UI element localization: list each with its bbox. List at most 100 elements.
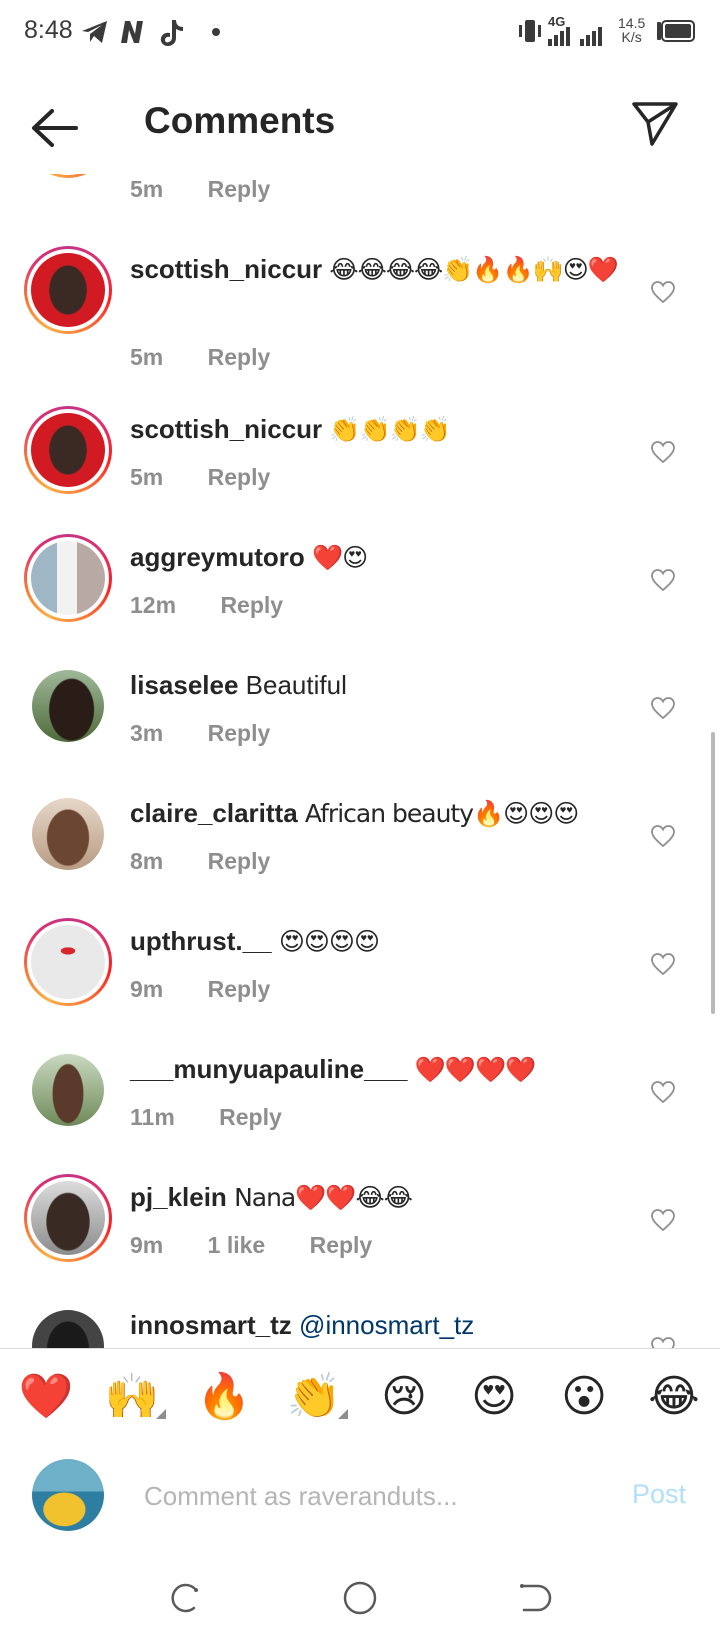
comment-text: Beautiful — [245, 670, 347, 700]
quick-emoji-bar: ❤️ 🙌 🔥 👏 😢 😍 😮 😂 — [0, 1348, 720, 1446]
emoji-crying-button[interactable]: 😢 — [374, 1367, 434, 1427]
comment-mention[interactable]: @innosmart_tz — [299, 1310, 474, 1340]
comment-username[interactable]: lisaselee — [130, 670, 238, 700]
emoji-clap-button[interactable]: 👏 — [284, 1367, 348, 1427]
like-heart-icon[interactable] — [650, 280, 676, 304]
back-nav-icon[interactable] — [514, 1578, 554, 1618]
reply-button[interactable]: Reply — [208, 464, 271, 490]
comment-item: lisaselee Beautiful 3m Reply — [0, 662, 720, 762]
signal-icon — [548, 27, 602, 46]
reply-button[interactable]: Reply — [208, 848, 271, 874]
like-heart-icon[interactable] — [650, 1208, 676, 1232]
reply-button[interactable]: Reply — [310, 1232, 373, 1258]
comment-item: scottish_niccur 👏👏👏👏 5m Reply — [0, 406, 720, 506]
comment-text: Nana❤️❤️😂😂 — [234, 1183, 413, 1212]
comment-time: 5m — [130, 344, 164, 370]
comment-username[interactable]: ___munyuapauline___ — [130, 1054, 407, 1084]
status-bar: 8:48 4G 14.5 K/s — [0, 0, 720, 66]
comment-text: African beauty🔥😍😍😍 — [304, 799, 579, 828]
skin-tone-indicator — [338, 1409, 348, 1419]
like-heart-icon[interactable] — [650, 568, 676, 592]
comment-username[interactable]: aggreymutoro — [130, 542, 305, 572]
emoji-fire-button[interactable]: 🔥 — [194, 1367, 254, 1427]
emoji-surprised-button[interactable]: 😮 — [554, 1367, 614, 1427]
avatar[interactable] — [24, 406, 112, 494]
comment-time: 9m — [130, 976, 164, 1002]
comment-item: scottish_niccur 😂😂😂😂👏🔥🔥🙌😍❤️ 5m Reply — [0, 246, 720, 370]
comment-username[interactable]: pj_klein — [130, 1182, 227, 1212]
like-heart-icon[interactable] — [650, 1336, 676, 1348]
avatar[interactable] — [24, 662, 112, 750]
reply-button[interactable]: Reply — [208, 344, 271, 370]
page-title: Comments — [144, 100, 336, 141]
scrollbar[interactable] — [711, 732, 715, 1014]
like-heart-icon[interactable] — [650, 440, 676, 464]
tiktok-icon — [160, 20, 183, 46]
battery-icon — [657, 20, 695, 42]
reply-button[interactable]: Reply — [220, 592, 283, 618]
comment-text: ❤️❤️❤️❤️ — [414, 1055, 537, 1084]
n-app-icon — [121, 21, 143, 43]
current-user-avatar — [32, 1459, 104, 1531]
comment-composer: Post — [0, 1445, 720, 1555]
vibrate-icon — [519, 20, 541, 42]
avatar[interactable] — [24, 790, 112, 878]
comment-username[interactable]: scottish_niccur — [130, 414, 322, 444]
comment-item: upthrust.__ 😍😍😍😍 9m Reply — [0, 918, 720, 1018]
recents-icon[interactable] — [164, 1578, 204, 1618]
emoji-raised-hands-button[interactable]: 🙌 — [102, 1367, 166, 1427]
comment-time: 8m — [130, 848, 164, 874]
back-arrow-icon[interactable] — [30, 106, 80, 150]
like-heart-icon[interactable] — [650, 824, 676, 848]
network-speed: 14.5 K/s — [618, 15, 646, 45]
comment-time: 9m — [130, 1232, 164, 1258]
comment-input[interactable] — [142, 1473, 596, 1519]
avatar[interactable] — [24, 1302, 112, 1348]
like-heart-icon[interactable] — [650, 952, 676, 976]
comments-header: Comments — [0, 66, 720, 174]
comment-username[interactable]: upthrust.__ — [130, 926, 272, 956]
avatar[interactable] — [24, 1046, 112, 1134]
reply-button[interactable]: Reply — [208, 176, 271, 202]
comment-time: 11m — [130, 1104, 175, 1130]
telegram-icon — [82, 21, 107, 43]
comment-time: 3m — [130, 720, 164, 746]
comment-text: ❤️😍 — [312, 543, 368, 572]
comments-list[interactable]: 5m Reply scottish_niccur 😂😂😂😂👏🔥🔥🙌😍❤️ 5m … — [0, 174, 720, 1348]
post-button[interactable]: Post — [632, 1479, 686, 1510]
reply-button[interactable]: Reply — [208, 976, 271, 1002]
comment-username[interactable]: claire_claritta — [130, 798, 298, 828]
system-nav-bar — [0, 1556, 720, 1640]
home-icon[interactable] — [340, 1578, 380, 1618]
comment-username[interactable]: innosmart_tz — [130, 1310, 292, 1340]
comment-text: 👏👏👏👏 — [329, 415, 451, 444]
comment-item: pj_klein Nana❤️❤️😂😂 9m 1 like Reply — [0, 1174, 720, 1274]
emoji-laughing-button[interactable]: 😂 — [644, 1367, 704, 1427]
avatar[interactable] — [24, 246, 112, 334]
reply-button[interactable]: Reply — [219, 1104, 282, 1130]
comment-item: innosmart_tz @innosmart_tz — [0, 1302, 720, 1348]
comment-time: 5m — [130, 464, 164, 490]
emoji-heart-button[interactable]: ❤️ — [16, 1367, 76, 1427]
comment-text: 😍😍😍😍 — [278, 927, 380, 956]
emoji-heart-eyes-button[interactable]: 😍 — [464, 1367, 524, 1427]
send-icon[interactable] — [630, 98, 680, 148]
comment-likes[interactable]: 1 like — [208, 1232, 266, 1258]
reply-button[interactable]: Reply — [208, 720, 271, 746]
like-heart-icon[interactable] — [650, 1080, 676, 1104]
comment-item: aggreymutoro ❤️😍 12m Reply — [0, 534, 720, 634]
comment-username[interactable]: scottish_niccur — [130, 254, 322, 284]
comment-time: 12m — [130, 592, 177, 618]
avatar[interactable] — [24, 918, 112, 1006]
comment-text: 😂😂😂😂👏🔥🔥🙌😍❤️ — [329, 255, 619, 284]
comment-item: 5m Reply — [0, 174, 720, 224]
comment-time: 5m — [130, 176, 164, 202]
comment-item: claire_claritta African beauty🔥😍😍😍 8m Re… — [0, 790, 720, 890]
avatar[interactable] — [24, 534, 112, 622]
like-heart-icon[interactable] — [650, 696, 676, 720]
skin-tone-indicator — [156, 1409, 166, 1419]
comment-item: ___munyuapauline___ ❤️❤️❤️❤️ 11m Reply — [0, 1046, 720, 1146]
avatar[interactable] — [24, 1174, 112, 1262]
dot-icon — [212, 28, 220, 36]
avatar[interactable] — [24, 174, 112, 178]
